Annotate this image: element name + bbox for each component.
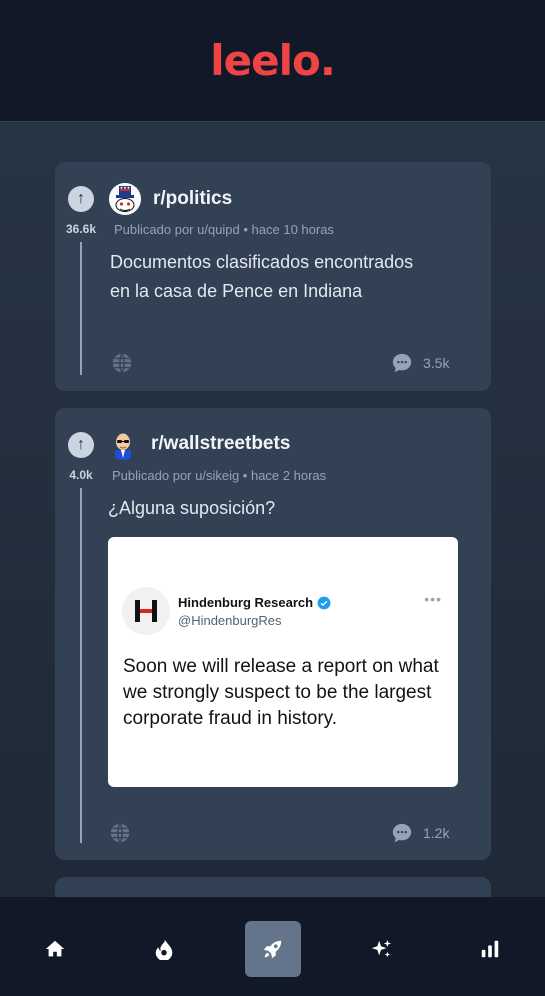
chart-icon xyxy=(481,940,499,958)
subreddit-avatar xyxy=(109,183,141,215)
home-icon xyxy=(45,940,65,957)
comment-count: 3.5k xyxy=(423,355,450,371)
globe-icon[interactable] xyxy=(111,352,133,374)
post-card[interactable] xyxy=(55,877,491,897)
vote-count: 4.0k xyxy=(69,468,93,482)
subreddit-name[interactable]: r/wallstreetbets xyxy=(151,433,290,455)
comments-button[interactable]: 3.5k xyxy=(391,352,449,374)
hindenburg-logo-icon xyxy=(135,600,157,622)
embedded-tweet-image[interactable]: Hindenburg Research @HindenburgRes ••• S… xyxy=(108,537,458,787)
vote-column: ↑ 36.6k xyxy=(55,186,107,236)
app-logo[interactable]: leelo. xyxy=(210,36,336,85)
vote-column: ↑ 4.0k xyxy=(55,432,107,482)
comment-icon xyxy=(392,823,412,843)
tweet-author-name: Hindenburg Research xyxy=(178,595,314,610)
post-title[interactable]: ¿Alguna suposición? xyxy=(108,494,275,523)
upvote-button[interactable]: ↑ xyxy=(68,432,94,458)
subreddit-name[interactable]: r/politics xyxy=(153,188,232,210)
nav-top[interactable] xyxy=(462,921,518,977)
tweet-avatar xyxy=(122,587,170,635)
post-meta: Publicado por u/sikeig • hace 2 horas xyxy=(112,468,327,483)
tweet-author: Hindenburg Research xyxy=(178,595,331,610)
top-bar: leelo. xyxy=(0,0,545,122)
bottom-navigation xyxy=(0,897,545,996)
subreddit-row[interactable]: r/politics xyxy=(109,183,232,215)
post-title[interactable]: Documentos clasificados encontrados en l… xyxy=(110,248,413,306)
nav-hot[interactable] xyxy=(136,921,192,977)
comment-count: 1.2k xyxy=(423,825,450,841)
comments-button[interactable]: 1.2k xyxy=(391,822,449,844)
globe-icon[interactable] xyxy=(109,822,131,844)
wsb-guy-icon xyxy=(115,433,131,460)
sparkles-icon xyxy=(371,939,392,958)
nav-rising[interactable] xyxy=(245,921,301,977)
post-card[interactable]: ↑ 36.6k r/politics Publicado por u/quipd… xyxy=(55,162,491,391)
vote-count: 36.6k xyxy=(65,222,97,236)
post-title-line: en la casa de Pence en Indiana xyxy=(110,281,363,301)
post-meta: Publicado por u/quipd • hace 10 horas xyxy=(114,222,334,237)
thread-line xyxy=(80,242,82,375)
thread-line xyxy=(80,488,82,843)
subreddit-avatar xyxy=(107,428,139,460)
post-title-line: Documentos clasificados encontrados xyxy=(110,252,414,272)
subreddit-row[interactable]: r/wallstreetbets xyxy=(107,428,290,460)
rocket-icon xyxy=(263,940,282,959)
tweet-text: Soon we will release a report on what we… xyxy=(123,656,439,729)
comment-icon xyxy=(392,353,412,373)
post-card[interactable]: ↑ 4.0k r/wallstreetbets Publicado por u/… xyxy=(55,408,491,860)
verified-badge-icon xyxy=(317,596,331,609)
upvote-button[interactable]: ↑ xyxy=(68,186,94,212)
uncle-sam-snoo-icon xyxy=(109,183,141,215)
nav-new[interactable] xyxy=(353,921,409,977)
post-feed[interactable]: ↑ 36.6k r/politics Publicado por u/quipd… xyxy=(0,122,545,897)
more-options-icon: ••• xyxy=(424,591,442,607)
fire-icon xyxy=(155,939,173,960)
nav-home[interactable] xyxy=(27,921,83,977)
tweet-handle: @HindenburgRes xyxy=(178,613,282,628)
